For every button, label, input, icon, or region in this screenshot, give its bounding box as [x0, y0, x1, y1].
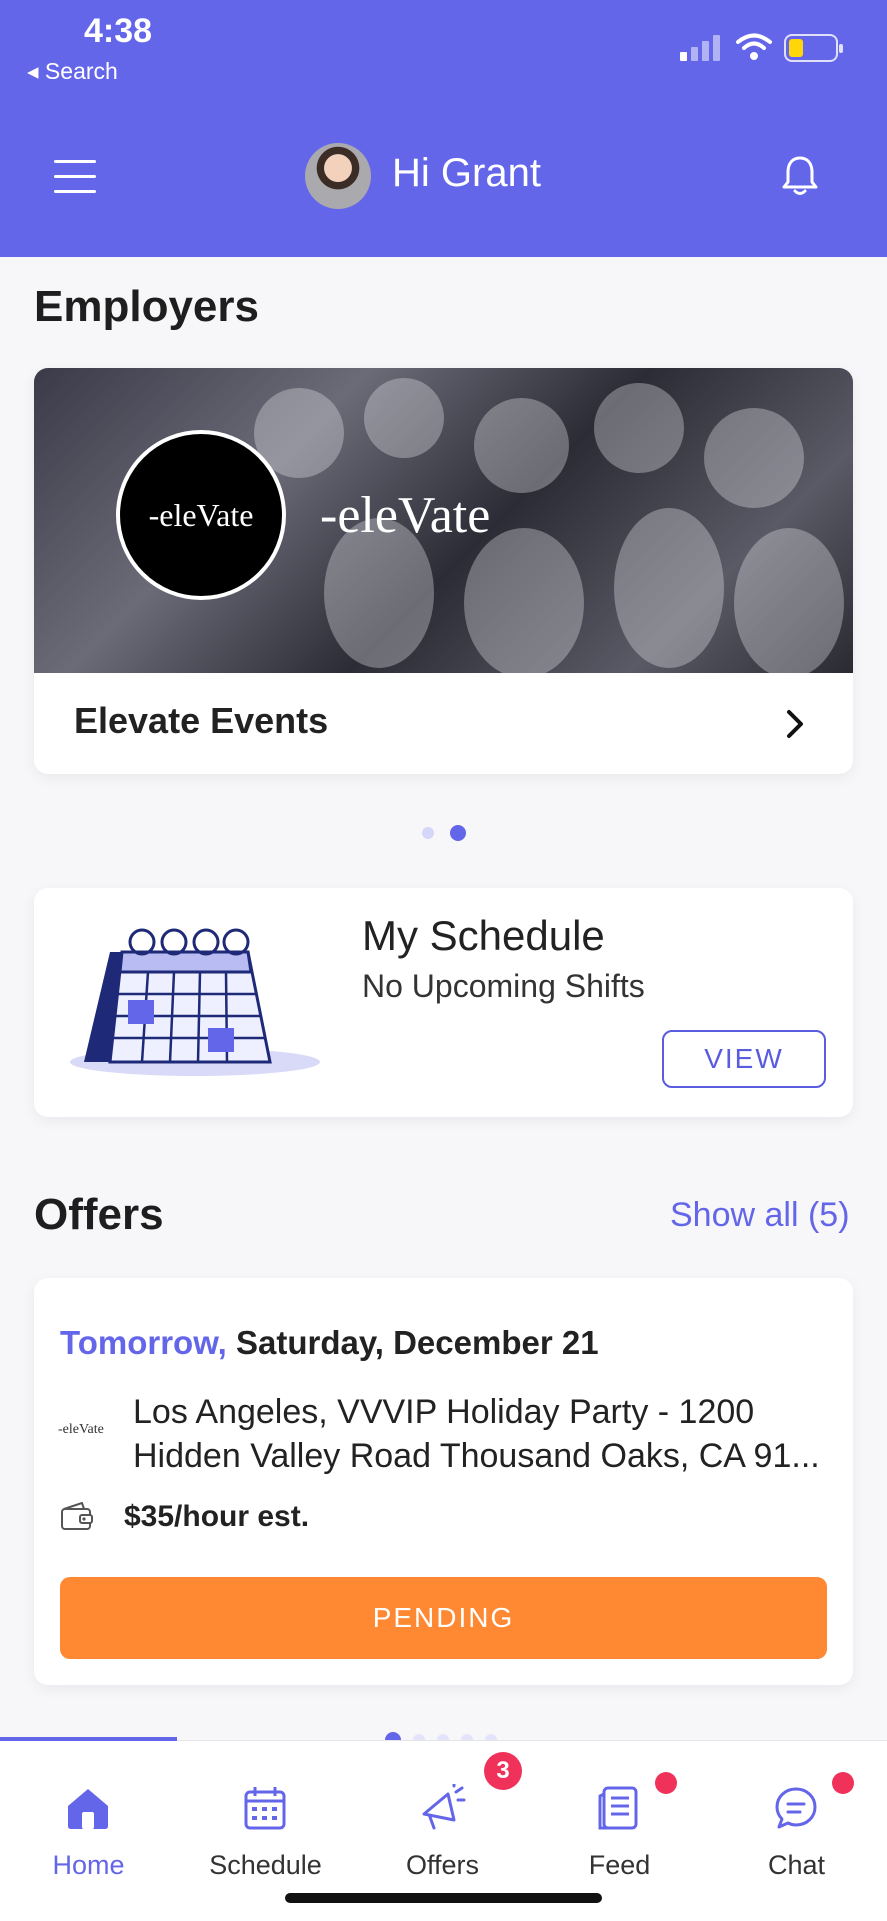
megaphone-icon — [422, 1784, 466, 1830]
tab-schedule-label: Schedule — [209, 1850, 322, 1880]
carousel-dot[interactable] — [421, 827, 434, 839]
chevron-right-icon[interactable] — [780, 704, 810, 744]
feed-icon — [598, 1786, 638, 1830]
offer-location: Los Angeles, VVVIP Holiday Party - 1200 … — [133, 1393, 820, 1475]
view-schedule-button[interactable]: VIEW — [662, 1030, 826, 1088]
tab-home[interactable]: Home — [0, 1740, 177, 1890]
tab-feed-label: Feed — [588, 1850, 651, 1880]
offer-date: Tomorrow, Saturday, December 21 — [60, 1324, 599, 1362]
offer-card[interactable]: Tomorrow, Saturday, December 21 -eleVate… — [34, 1278, 853, 1685]
tab-offers[interactable]: 3 Offers — [354, 1740, 531, 1890]
schedule-subtitle: No Upcoming Shifts — [362, 968, 645, 1004]
employers-title: Employers — [34, 282, 259, 331]
chat-notification-dot — [832, 1772, 854, 1794]
tab-offers-label: Offers — [405, 1850, 480, 1880]
offer-pay-rate: $35/hour est. — [124, 1500, 310, 1533]
back-to-search-link[interactable]: ◂ Search — [27, 58, 118, 85]
wallet-icon — [61, 1502, 93, 1530]
greeting: Hi Grant — [392, 151, 541, 195]
menu-button[interactable] — [54, 160, 96, 194]
battery-icon — [784, 34, 843, 62]
offers-title: Offers — [34, 1190, 164, 1239]
feed-notification-dot — [655, 1772, 677, 1794]
show-all-offers-link[interactable]: Show all (5) — [670, 1196, 850, 1235]
avatar[interactable] — [305, 143, 371, 209]
tab-home-label: Home — [52, 1850, 125, 1880]
wifi-icon — [736, 33, 772, 60]
schedule-card[interactable]: My Schedule No Upcoming Shifts VIEW — [34, 888, 853, 1117]
bell-icon[interactable] — [780, 154, 820, 198]
carousel-dot[interactable] — [449, 825, 466, 841]
offer-employer-logo: -eleVate — [58, 1422, 104, 1437]
tab-feed[interactable]: Feed — [531, 1740, 708, 1890]
tab-schedule[interactable]: Schedule — [177, 1740, 354, 1890]
home-icon — [68, 1789, 108, 1829]
home-indicator — [285, 1893, 602, 1903]
chat-icon — [775, 1787, 817, 1829]
offers-count-badge: 3 — [484, 1752, 522, 1790]
employer-cover-photo: -eleVate -eleVate — [34, 368, 853, 673]
employer-card[interactable]: -eleVate -eleVate Elevate Events — [34, 368, 853, 774]
employer-logo-text: -eleVate — [148, 497, 254, 533]
signal-icon — [680, 35, 720, 61]
tab-chat-label: Chat — [767, 1850, 826, 1880]
employer-carousel-dots — [0, 825, 887, 841]
employer-name: Elevate Events — [74, 700, 329, 741]
calendar-illustration-icon — [70, 928, 320, 1076]
calendar-icon — [244, 1787, 286, 1830]
tab-chat[interactable]: Chat — [708, 1740, 885, 1890]
pending-status-button[interactable]: PENDING — [60, 1577, 827, 1659]
status-time: 4:38 — [84, 12, 153, 50]
offer-date-prefix: Tomorrow, — [60, 1324, 227, 1361]
offer-date-value: Saturday, December 21 — [236, 1324, 599, 1361]
schedule-title: My Schedule — [362, 912, 605, 959]
employer-wordmark: -eleVate — [320, 487, 491, 544]
